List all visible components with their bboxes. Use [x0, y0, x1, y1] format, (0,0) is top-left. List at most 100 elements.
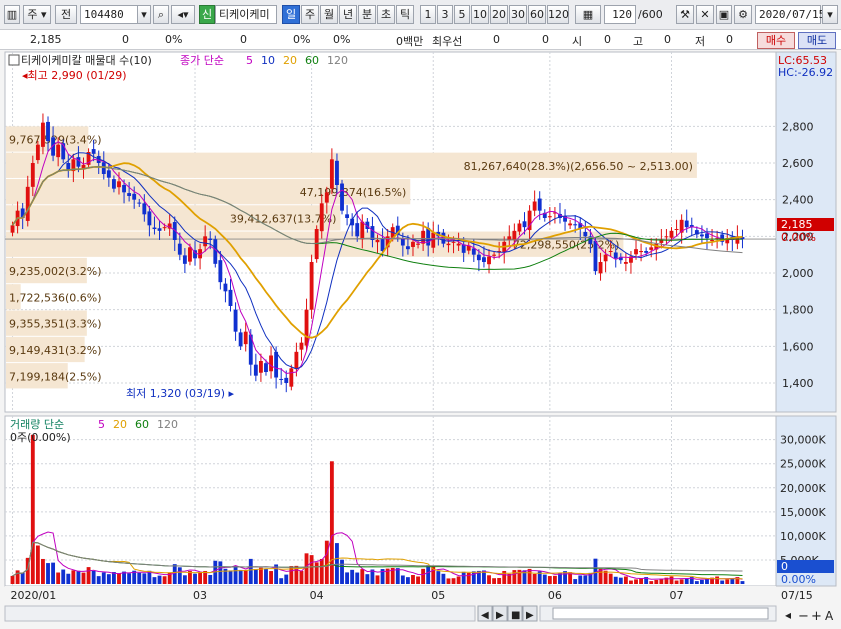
candle [147, 211, 152, 226]
volume-bar [238, 569, 243, 584]
date-dropdown-icon[interactable]: ▾ [822, 5, 838, 24]
stock-chart[interactable]: 2,8002,6002,4002,2002,0001,8001,6001,400… [0, 50, 841, 626]
scroll-left-icon[interactable]: ◂ [785, 608, 791, 622]
volume-bar [20, 572, 25, 584]
candle [603, 254, 608, 262]
chart-type-icon[interactable]: ▥ [4, 5, 20, 24]
auto-scale-button[interactable]: A [825, 609, 834, 623]
x-axis-end-label: 07/15 [781, 589, 813, 602]
candle [573, 224, 578, 226]
x-axis-label: 2020/01 [11, 589, 57, 602]
type-select[interactable]: 주 ▾ [23, 5, 51, 24]
save-icon[interactable]: ▣ [716, 5, 732, 24]
volume-profile-label: 9,767,529(3.4%) [9, 133, 102, 146]
candle [111, 179, 116, 189]
minute-tab-10[interactable]: 10 [471, 5, 489, 24]
period-tab-0[interactable]: 일 [282, 5, 300, 24]
price-y-tick: 2,600 [782, 157, 814, 170]
buy-button[interactable]: 매수 [757, 32, 795, 49]
chart-area[interactable]: 2,800 2,600 2,400 2,200 2,000 1,800 1,600 1,400… [0, 50, 841, 626]
volume-bar [340, 559, 344, 584]
minute-tab-60[interactable]: 60 [528, 5, 546, 24]
hc-value: HC:-26.92 [778, 66, 833, 79]
candle [340, 183, 344, 211]
volume-profile-label: 9,235,002(3.2%) [9, 265, 102, 278]
volume-bar [137, 572, 142, 584]
candle [669, 230, 674, 238]
current-volume-tag-text: 0 [781, 560, 788, 573]
candle [664, 236, 669, 238]
volume-bar [411, 575, 415, 584]
period-tab-1[interactable]: 주 [301, 5, 319, 24]
volume-bar [152, 577, 157, 584]
candle [269, 355, 273, 372]
minute-tab-5[interactable]: 5 [454, 5, 470, 24]
tools-icon[interactable]: ⚒ [676, 5, 694, 24]
search-icon[interactable]: ⌕ [153, 5, 169, 24]
volume-bar [694, 581, 699, 584]
zoom-out-button[interactable]: − [798, 609, 809, 624]
volume-bar [659, 578, 664, 584]
code-dropdown-icon[interactable]: ▾ [137, 5, 151, 24]
minute-tab-3[interactable]: 3 [437, 5, 453, 24]
candle [132, 193, 137, 200]
calendar-icon[interactable]: ▦ [575, 5, 601, 24]
bar-count-input[interactable]: 120 [604, 5, 636, 24]
candle [228, 289, 233, 306]
minute-tab-30[interactable]: 30 [509, 5, 527, 24]
scroll-track-left[interactable] [4, 605, 476, 622]
play-button[interactable]: ▶ [496, 610, 504, 621]
volume-profile-label: 81,267,640(28.3%)(2,656.50 ~ 2,513.00) [464, 160, 693, 173]
candle [634, 249, 638, 255]
settings-icon[interactable]: ⚙ [734, 5, 752, 24]
scroll-thumb[interactable] [552, 607, 769, 620]
market-select[interactable]: 전 [55, 5, 77, 24]
date-input[interactable]: 2020/07/15 [755, 5, 825, 24]
candle [674, 229, 679, 230]
volume-bar [208, 574, 213, 584]
volume-bar [715, 576, 720, 584]
period-tab-3[interactable]: 년 [339, 5, 357, 24]
period-tab-2[interactable]: 월 [320, 5, 338, 24]
volume-bar [360, 569, 365, 584]
volume-bar [441, 573, 446, 584]
volume-bar [309, 555, 314, 584]
volume-bar [684, 578, 689, 584]
volume-y-tick: 25,000K [780, 458, 826, 471]
stock-code-input[interactable]: 104480 [80, 5, 138, 24]
scroll-prev-button[interactable]: ◀ [481, 610, 489, 621]
stop-button[interactable]: ■ [511, 610, 520, 621]
volume-bar [258, 567, 263, 584]
candle [329, 159, 334, 189]
price-y-tick: 1,800 [782, 304, 814, 317]
minute-tab-120[interactable]: 120 [547, 5, 569, 24]
period-tab-6[interactable]: 틱 [396, 5, 414, 24]
x-axis-label: 06 [548, 589, 562, 602]
indicator-settings-icon[interactable] [8, 54, 20, 66]
ma-legend-20: 20 [283, 54, 297, 67]
candle [613, 252, 618, 259]
scroll-next-button[interactable]: ▶ [526, 610, 534, 621]
best-quote-label: 최우선 [432, 35, 463, 48]
volume-bar [395, 568, 400, 584]
volume-bar [172, 564, 177, 584]
volume-bar [456, 576, 461, 584]
candle [522, 221, 527, 228]
volume-y-tick: 10,000K [780, 530, 826, 543]
minute-tab-1[interactable]: 1 [420, 5, 436, 24]
period-tab-5[interactable]: 초 [377, 5, 395, 24]
volume-bar [106, 574, 111, 584]
sell-button[interactable]: 매도 [798, 32, 836, 49]
quote-row: 2,185 0 0% 0 0% 0% 0백만 최우선 0 0 시 0 고 0 저… [0, 30, 841, 50]
candle [106, 170, 111, 178]
speaker-icon[interactable]: ◂▾ [171, 5, 195, 24]
compare-icon[interactable]: ✕ [696, 5, 714, 24]
volume-bar [532, 573, 537, 584]
period-tab-4[interactable]: 분 [358, 5, 376, 24]
candle [284, 377, 289, 383]
volume-bar [56, 572, 61, 584]
zoom-in-button[interactable]: + [811, 609, 822, 624]
minute-tab-20[interactable]: 20 [490, 5, 508, 24]
best-bid: 0 [542, 33, 549, 46]
volume-bar [623, 576, 628, 584]
